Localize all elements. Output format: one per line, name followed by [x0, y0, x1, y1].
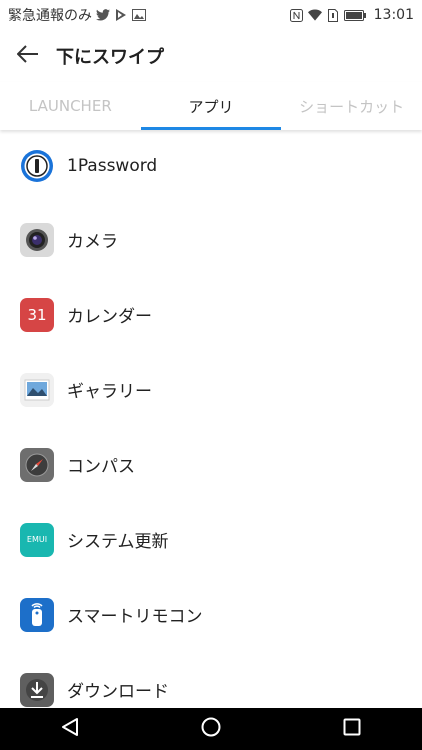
gallery-icon	[132, 8, 146, 22]
toolbar: 下にスワイプ	[0, 30, 422, 82]
camera-icon	[20, 222, 54, 257]
calendar-icon: 31	[20, 297, 54, 332]
nav-home-button[interactable]	[181, 708, 241, 750]
app-label: コンパス	[67, 457, 135, 477]
app-label: カメラ	[67, 232, 118, 252]
list-item-1password[interactable]: 1Password	[0, 130, 422, 202]
home-circle-icon	[201, 717, 221, 741]
tab-bar: LAUNCHER アプリ ショートカット	[0, 82, 422, 130]
system-update-icon: EMUI	[20, 522, 54, 557]
nav-recents-button[interactable]	[322, 708, 382, 750]
nav-back-button[interactable]	[40, 708, 100, 750]
list-item-system-update[interactable]: EMUI システム更新	[0, 502, 422, 577]
carrier-status-text: 緊急通報のみ	[8, 8, 92, 24]
wifi-icon	[307, 8, 322, 22]
tab-label: LAUNCHER	[28, 97, 112, 115]
app-label: ダウンロード	[67, 682, 169, 702]
app-label: スマートリモコン	[67, 607, 203, 627]
tab-shortcuts[interactable]: ショートカット	[281, 82, 422, 130]
status-time: 13:01	[373, 7, 414, 23]
sim-icon	[326, 8, 340, 22]
arrow-left-icon	[16, 45, 39, 67]
tab-launcher[interactable]: LAUNCHER	[0, 82, 141, 130]
back-button[interactable]	[0, 30, 56, 82]
app-list: 1Password カメラ 31 カレンダー ギャラリー コンパス EMUI シ…	[0, 130, 422, 727]
nfc-icon	[290, 8, 304, 22]
calendar-icon-date: 31	[27, 305, 47, 324]
app-label: カレンダー	[67, 307, 152, 327]
app-label: 1Password	[67, 156, 158, 176]
tab-label: アプリ	[188, 97, 234, 116]
download-icon	[20, 672, 54, 707]
app-label: ギャラリー	[67, 382, 152, 402]
list-item-gallery[interactable]: ギャラリー	[0, 352, 422, 427]
play-store-icon	[114, 8, 128, 22]
tab-label: ショートカット	[299, 97, 405, 116]
app-label: システム更新	[67, 532, 169, 552]
list-item-calendar[interactable]: 31 カレンダー	[0, 277, 422, 352]
gallery-icon	[20, 372, 54, 407]
status-bar: 緊急通報のみ 13:01	[0, 0, 422, 30]
smart-remote-icon	[20, 597, 54, 632]
list-item-smart-remote[interactable]: スマートリモコン	[0, 577, 422, 652]
list-item-camera[interactable]: カメラ	[0, 202, 422, 277]
emui-logo-text: EMUI	[26, 535, 48, 544]
compass-icon	[20, 447, 54, 482]
1password-icon	[20, 149, 54, 183]
list-item-compass[interactable]: コンパス	[0, 427, 422, 502]
page-title: 下にスワイプ	[56, 47, 164, 68]
twitter-icon	[96, 8, 110, 22]
back-triangle-icon	[61, 717, 79, 741]
recents-square-icon	[343, 718, 361, 740]
battery-icon	[343, 8, 366, 22]
navigation-bar	[0, 708, 422, 750]
tab-apps[interactable]: アプリ	[140, 82, 282, 130]
